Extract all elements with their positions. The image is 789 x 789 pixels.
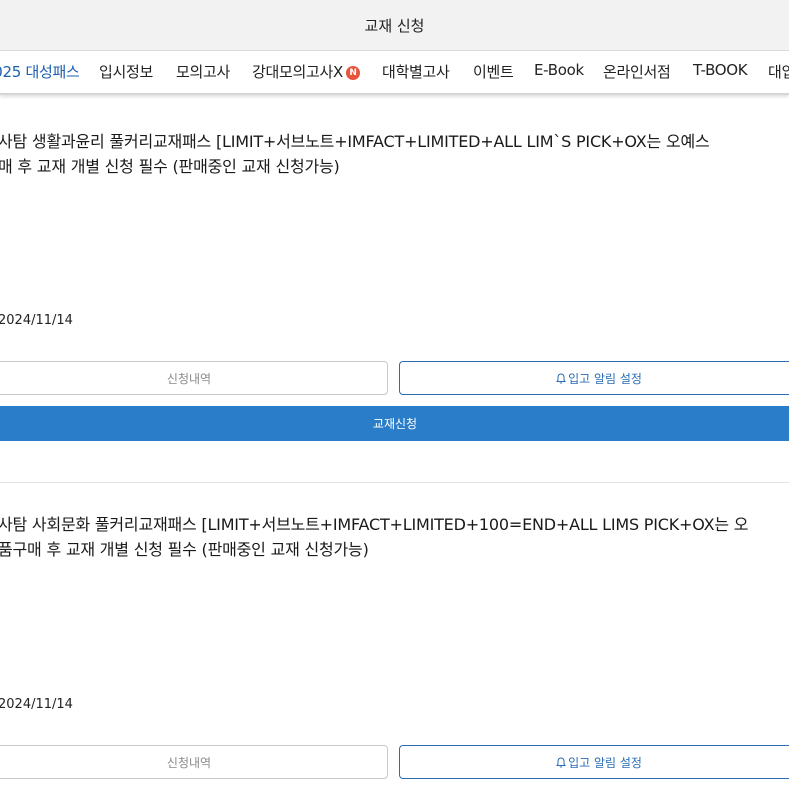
restock-alert-button[interactable]: 입고 알림 설정 bbox=[399, 361, 789, 395]
nav-item-mock-exam[interactable]: 모의고사 bbox=[176, 61, 230, 82]
restock-alert-button[interactable]: 입고 알림 설정 bbox=[399, 745, 789, 779]
bell-icon bbox=[556, 372, 566, 384]
product-title: 사탐 생활과윤리 풀커리교재패스 [LIMIT+서브노트+IMFACT+LIMI… bbox=[0, 129, 789, 179]
application-history-button[interactable]: 신청내역 bbox=[0, 745, 388, 779]
restock-alert-label: 입고 알림 설정 bbox=[568, 755, 642, 770]
product-title-line: 사탐 사회문화 풀커리교재패스 [LIMIT+서브노트+IMFACT+LIMIT… bbox=[0, 515, 749, 534]
top-nav: 2025 대성패스 입시정보 모의고사 강대모의고사XN 대학별고사 이벤트 E… bbox=[0, 51, 789, 95]
page-title: 교재 신청 bbox=[364, 16, 425, 35]
nav-item-university-entrance[interactable]: 대입 bbox=[768, 61, 789, 82]
nav-item-kangdae-mock-x-label: 강대모의고사X bbox=[252, 63, 343, 81]
product-title: 사탐 사회문화 풀커리교재패스 [LIMIT+서브노트+IMFACT+LIMIT… bbox=[0, 512, 789, 562]
bell-icon bbox=[556, 756, 566, 768]
application-history-label: 신청내역 bbox=[166, 371, 212, 386]
nav-item-online-bookstore[interactable]: 온라인서점 bbox=[603, 61, 671, 82]
nav-item-daesung-pass[interactable]: 2025 대성패스 bbox=[0, 61, 80, 82]
apply-textbook-label: 교재신청 bbox=[372, 417, 418, 431]
application-history-button[interactable]: 신청내역 bbox=[0, 361, 388, 395]
nav-item-ebook[interactable]: E-Book bbox=[534, 61, 584, 79]
card-divider bbox=[0, 482, 789, 483]
product-title-line: 사탐 생활과윤리 풀커리교재패스 [LIMIT+서브노트+IMFACT+LIMI… bbox=[0, 132, 710, 151]
product-date: 2024/11/14 bbox=[0, 697, 73, 712]
nav-item-t-book[interactable]: T-BOOK bbox=[693, 61, 748, 79]
product-date: 2024/11/14 bbox=[0, 313, 73, 328]
apply-textbook-button[interactable]: 교재신청 bbox=[0, 406, 789, 441]
product-title-line: 품구매 후 교재 개별 신청 필수 (판매중인 교재 신청가능) bbox=[0, 540, 369, 559]
product-title-line: 매 후 교재 개별 신청 필수 (판매중인 교재 신청가능) bbox=[0, 157, 340, 176]
nav-item-event[interactable]: 이벤트 bbox=[473, 61, 514, 82]
new-badge: N bbox=[345, 66, 360, 80]
restock-alert-label: 입고 알림 설정 bbox=[568, 371, 642, 386]
nav-item-university-exam[interactable]: 대학별고사 bbox=[382, 61, 450, 82]
title-bar: 교재 신청 bbox=[0, 0, 789, 51]
nav-item-admission-info[interactable]: 입시정보 bbox=[99, 61, 153, 82]
nav-item-kangdae-mock-x[interactable]: 강대모의고사X N bbox=[252, 61, 360, 82]
application-history-label: 신청내역 bbox=[166, 755, 212, 770]
